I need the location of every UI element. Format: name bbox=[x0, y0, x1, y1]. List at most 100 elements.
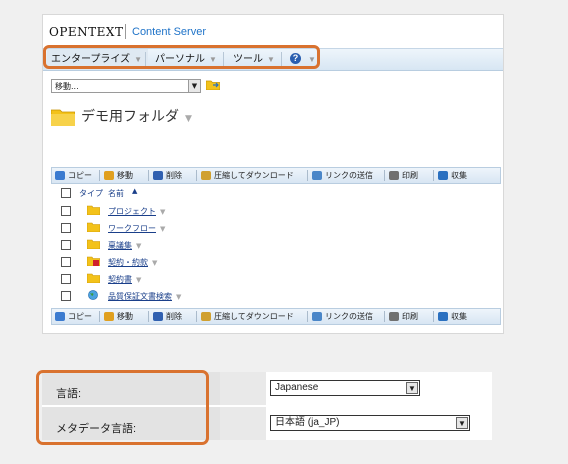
send-link-button[interactable]: リンクの送信 bbox=[312, 309, 373, 324]
item-name: 稟議集 bbox=[108, 241, 132, 250]
toolbar-divider bbox=[148, 311, 149, 322]
list-item: 契約・約款 ▼ bbox=[51, 253, 501, 270]
row-checkbox[interactable] bbox=[61, 206, 71, 216]
toolbar-divider bbox=[99, 170, 100, 181]
item-name: 契約・約款 bbox=[108, 258, 148, 267]
row-checkbox[interactable] bbox=[61, 223, 71, 233]
zip-download-button-label: 圧縮してダウンロード bbox=[214, 171, 294, 180]
metadata-language-select[interactable]: 日本語 (ja_JP) ▼ bbox=[270, 415, 470, 431]
folder-icon bbox=[87, 273, 100, 283]
list-item: 稟議集 ▼ bbox=[51, 236, 501, 253]
item-link[interactable]: 契約書 ▼ bbox=[108, 274, 141, 285]
go-folder-icon[interactable] bbox=[206, 79, 220, 90]
print-button-label: 印刷 bbox=[402, 312, 418, 321]
list-item: 品質保証文書検索 ▼ bbox=[51, 287, 501, 304]
goto-value: 移動... bbox=[55, 82, 79, 91]
language-spacer-cell bbox=[220, 372, 266, 405]
dropdown-arrow-icon[interactable]: ▼ bbox=[456, 417, 468, 429]
collect-icon bbox=[438, 171, 448, 180]
copy-button[interactable]: コピー bbox=[55, 309, 92, 324]
row-checkbox[interactable] bbox=[61, 240, 71, 250]
column-name[interactable]: 名前 bbox=[108, 188, 124, 199]
goto-dropdown[interactable]: 移動... ▼ bbox=[51, 79, 201, 93]
folder-icon bbox=[87, 239, 100, 249]
chevron-down-icon[interactable]: ▼ bbox=[136, 276, 141, 284]
zip-download-button-label: 圧縮してダウンロード bbox=[214, 312, 294, 321]
send-link-button-label: リンクの送信 bbox=[325, 171, 373, 180]
delete-icon bbox=[153, 312, 163, 321]
list-item: ワークフロー ▼ bbox=[51, 219, 501, 236]
column-type[interactable]: タイプ bbox=[79, 188, 103, 199]
item-name: 契約書 bbox=[108, 275, 132, 284]
zip-download-button[interactable]: 圧縮してダウンロード bbox=[201, 309, 294, 324]
toolbar-divider bbox=[307, 311, 308, 322]
folder-title-text: デモ用フォルダ bbox=[81, 109, 179, 125]
delete-button[interactable]: 削除 bbox=[153, 309, 182, 324]
language-select[interactable]: Japanese ▼ bbox=[270, 380, 420, 396]
copy-icon bbox=[55, 171, 65, 180]
toolbar-divider bbox=[307, 170, 308, 181]
labels-highlight-box bbox=[36, 370, 209, 445]
list-item: 契約書 ▼ bbox=[51, 270, 501, 287]
item-link[interactable]: プロジェクト ▼ bbox=[108, 206, 165, 217]
list-item: プロジェクト ▼ bbox=[51, 202, 501, 219]
email-icon bbox=[312, 312, 322, 321]
locked-folder-icon bbox=[87, 256, 100, 266]
move-icon bbox=[104, 171, 114, 180]
collect-button[interactable]: 収集 bbox=[438, 168, 467, 183]
toolbar-divider bbox=[196, 170, 197, 181]
move-icon bbox=[104, 312, 114, 321]
metadata-language-selected-value: 日本語 (ja_JP) bbox=[275, 417, 340, 428]
toolbar-divider bbox=[433, 170, 434, 181]
item-link[interactable]: 品質保証文書検索 ▼ bbox=[108, 291, 181, 302]
item-name: プロジェクト bbox=[108, 207, 156, 216]
move-button[interactable]: 移動 bbox=[104, 168, 133, 183]
move-button[interactable]: 移動 bbox=[104, 309, 133, 324]
toolbar-divider bbox=[99, 311, 100, 322]
column-header-row: タイプ 名前 ▲ bbox=[51, 186, 501, 199]
item-link[interactable]: 契約・約款 ▼ bbox=[108, 257, 157, 268]
copy-button-label: コピー bbox=[68, 312, 92, 321]
chevron-down-icon[interactable]: ▼ bbox=[176, 293, 181, 301]
logo-divider bbox=[125, 24, 126, 39]
send-link-button-label: リンクの送信 bbox=[325, 312, 373, 321]
folder-title[interactable]: デモ用フォルダ ▼ bbox=[81, 106, 192, 126]
item-link[interactable]: 稟議集 ▼ bbox=[108, 240, 141, 251]
folder-icon bbox=[51, 109, 75, 126]
copy-button[interactable]: コピー bbox=[55, 168, 92, 183]
opentext-logo: OPENTEXT bbox=[49, 25, 124, 39]
chevron-down-icon[interactable]: ▼ bbox=[136, 242, 141, 250]
chevron-down-icon[interactable]: ▼ bbox=[185, 114, 192, 124]
row-checkbox[interactable] bbox=[61, 257, 71, 267]
chevron-down-icon[interactable]: ▼ bbox=[152, 259, 157, 267]
zip-download-button[interactable]: 圧縮してダウンロード bbox=[201, 168, 294, 183]
action-toolbar-bottom: コピー 移動 削除 圧縮してダウンロード リンクの送信 印刷 収集 bbox=[51, 308, 501, 325]
collect-icon bbox=[438, 312, 448, 321]
row-checkbox[interactable] bbox=[61, 291, 71, 301]
dropdown-arrow-icon[interactable]: ▼ bbox=[188, 80, 200, 92]
folder-icon bbox=[87, 222, 100, 232]
print-icon bbox=[389, 171, 399, 180]
collect-button[interactable]: 収集 bbox=[438, 309, 467, 324]
chevron-down-icon[interactable]: ▼ bbox=[160, 208, 165, 216]
item-name: 品質保証文書検索 bbox=[108, 292, 172, 301]
dropdown-arrow-icon[interactable]: ▼ bbox=[406, 382, 418, 394]
email-icon bbox=[312, 171, 322, 180]
send-link-button[interactable]: リンクの送信 bbox=[312, 168, 373, 183]
language-selected-value: Japanese bbox=[275, 382, 319, 393]
print-button[interactable]: 印刷 bbox=[389, 309, 418, 324]
collect-button-label: 収集 bbox=[451, 171, 467, 180]
row-checkbox[interactable] bbox=[61, 274, 71, 284]
print-button-label: 印刷 bbox=[402, 171, 418, 180]
folder-icon bbox=[87, 205, 100, 215]
menu-highlight-box bbox=[43, 45, 320, 69]
select-all-checkbox[interactable] bbox=[61, 188, 71, 198]
print-button[interactable]: 印刷 bbox=[389, 168, 418, 183]
copy-icon bbox=[55, 312, 65, 321]
move-button-label: 移動 bbox=[117, 171, 133, 180]
delete-button[interactable]: 削除 bbox=[153, 168, 182, 183]
chevron-down-icon[interactable]: ▼ bbox=[160, 225, 165, 233]
print-icon bbox=[389, 312, 399, 321]
metadata-language-value-cell: 日本語 (ja_JP) ▼ bbox=[266, 407, 492, 440]
item-link[interactable]: ワークフロー ▼ bbox=[108, 223, 165, 234]
